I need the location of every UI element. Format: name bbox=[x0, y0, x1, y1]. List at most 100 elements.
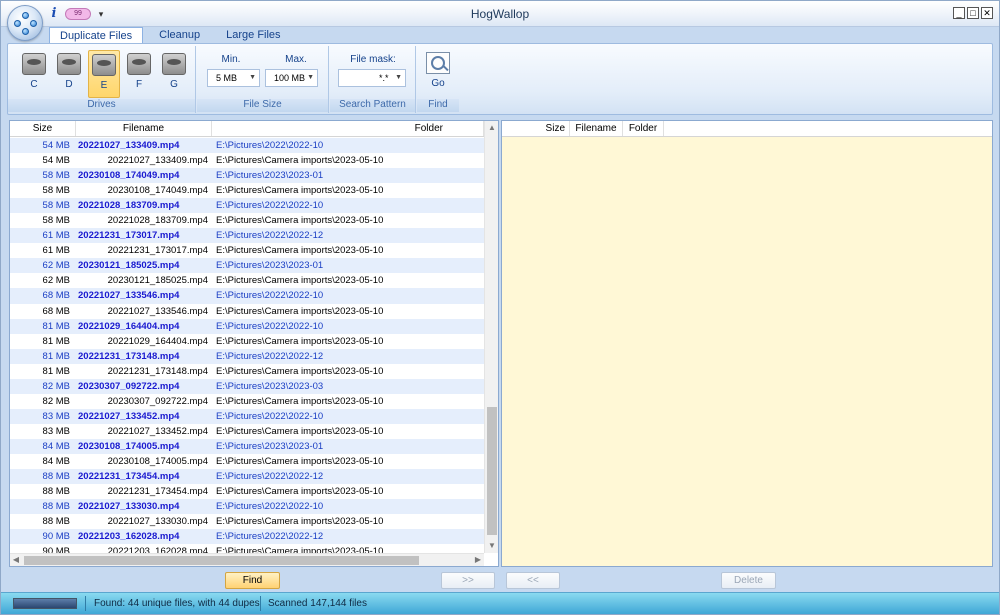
min-size-value: 5 MB bbox=[216, 73, 238, 83]
column-header-folder[interactable]: Folder bbox=[623, 121, 664, 136]
table-row[interactable]: 58 MB 20230108_174049.mp4 E:\Pictures\2023… bbox=[10, 168, 484, 184]
table-row[interactable]: 58 MB 20230108_174049.mp4 E:\Pictures\Came… bbox=[10, 183, 484, 198]
table-row[interactable]: 62 MB 20230121_185025.mp4 E:\Pictures\2023… bbox=[10, 258, 484, 274]
table-row[interactable]: 62 MB 20230121_185025.mp4 E:\Pictures\Came… bbox=[10, 273, 484, 288]
drive-c-button[interactable]: C bbox=[18, 50, 50, 98]
tab-duplicate-files[interactable]: Duplicate Files bbox=[49, 27, 144, 44]
cell-filename: 20221027_133409.mp4 bbox=[78, 140, 180, 151]
drive-d-button[interactable]: D bbox=[53, 50, 85, 98]
table-row[interactable]: 81 MB 20221231_173148.mp4 E:\Pictures\Came… bbox=[10, 364, 484, 379]
find-button[interactable]: Find bbox=[225, 572, 280, 589]
cell-filename: 20230108_174049.mp4 bbox=[78, 170, 180, 182]
cell-size: 61 MB bbox=[42, 245, 70, 257]
scroll-down-icon[interactable]: ▼ bbox=[485, 539, 499, 553]
table-row[interactable]: 88 MB 20221027_133030.mp4 E:\Pictures\2022… bbox=[10, 499, 484, 515]
drive-d-label: D bbox=[65, 79, 73, 90]
cell-size: 62 MB bbox=[42, 260, 70, 272]
scroll-right-icon[interactable]: ▶ bbox=[472, 554, 484, 567]
cell-size: 84 MB bbox=[42, 440, 70, 452]
file-mask-combo[interactable]: *.* ▼ bbox=[338, 69, 406, 87]
scroll-left-icon[interactable]: ◀ bbox=[10, 554, 22, 567]
find-group-label: Find bbox=[417, 99, 459, 112]
cell-size: 88 MB bbox=[42, 471, 70, 483]
cell-filename: 20230307_092722.mp4 bbox=[78, 380, 180, 392]
cell-filename: 20221027_133546.mp4 bbox=[107, 305, 208, 317]
table-row[interactable]: 68 MB 20221027_133546.mp4 E:\Pictures\2022… bbox=[10, 288, 484, 304]
magnifier-icon bbox=[426, 52, 450, 74]
column-header-size[interactable]: Size bbox=[10, 121, 76, 136]
close-button[interactable]: ✕ bbox=[981, 7, 993, 19]
table-row[interactable]: 88 MB 20221231_173454.mp4 E:\Pictures\2022… bbox=[10, 469, 484, 485]
scrollbar-thumb[interactable] bbox=[24, 556, 419, 565]
cell-folder: E:\Pictures\Camera imports\2023-05-10 bbox=[216, 215, 384, 227]
column-header-filename[interactable]: Filename bbox=[76, 121, 212, 136]
drive-g-button[interactable]: G bbox=[158, 50, 190, 98]
cell-folder: E:\Pictures\2023\2023-01 bbox=[216, 440, 324, 452]
tab-cleanup[interactable]: Cleanup bbox=[149, 27, 210, 44]
table-row[interactable]: 81 MB 20221231_173148.mp4 E:\Pictures\2022… bbox=[10, 348, 484, 364]
maximize-button[interactable]: □ bbox=[967, 7, 979, 19]
file-size-group-label: File Size bbox=[197, 99, 328, 112]
go-label: Go bbox=[431, 78, 445, 89]
cell-size: 81 MB bbox=[42, 350, 70, 362]
move-left-button[interactable]: << bbox=[506, 572, 560, 589]
column-header-filename[interactable]: Filename bbox=[570, 121, 623, 136]
table-row[interactable]: 82 MB 20230307_092722.mp4 E:\Pictures\Came… bbox=[10, 394, 484, 409]
table-row[interactable]: 90 MB 20221203_162028.mp4 E:\Pictures\2022… bbox=[10, 529, 484, 545]
table-row[interactable]: 68 MB 20221027_133546.mp4 E:\Pictures\Came… bbox=[10, 304, 484, 319]
move-right-button[interactable]: >> bbox=[441, 572, 495, 589]
column-header-size[interactable]: Size bbox=[502, 121, 570, 136]
table-row[interactable]: 88 MB 20221027_133030.mp4 E:\Pictures\Came… bbox=[10, 514, 484, 529]
cell-size: 81 MB bbox=[42, 365, 70, 377]
cell-folder: E:\Pictures\2022\2022-10 bbox=[216, 501, 324, 513]
drive-f-button[interactable]: F bbox=[123, 50, 155, 98]
drive-f-label: F bbox=[135, 79, 143, 90]
cell-filename: 20230108_174049.mp4 bbox=[107, 185, 208, 197]
orb-dot-icon bbox=[30, 20, 37, 27]
table-row[interactable]: 84 MB 20230108_174005.mp4 E:\Pictures\Came… bbox=[10, 454, 484, 469]
orb-dot-icon bbox=[22, 12, 29, 19]
vertical-scrollbar[interactable]: ▲ ▼ bbox=[484, 121, 498, 553]
cell-size: 68 MB bbox=[42, 305, 70, 317]
column-header-folder[interactable]: Folder bbox=[212, 121, 484, 136]
cell-size: 83 MB bbox=[42, 425, 70, 437]
scrollbar-thumb[interactable] bbox=[487, 407, 497, 535]
table-row[interactable]: 61 MB 20221231_173017.mp4 E:\Pictures\Came… bbox=[10, 243, 484, 258]
table-row[interactable]: 83 MB 20221027_133452.mp4 E:\Pictures\Came… bbox=[10, 424, 484, 439]
delete-button[interactable]: Delete bbox=[721, 572, 776, 589]
cell-folder: E:\Pictures\2022\2022-10 bbox=[216, 410, 324, 422]
cell-folder: E:\Pictures\Camera imports\2023-05-10 bbox=[216, 365, 384, 377]
drives-group-label: Drives bbox=[8, 99, 195, 112]
drive-e-button[interactable]: E bbox=[88, 50, 120, 98]
file-size-group: Min. 5 MB ▼ Max. 100 MB ▼ File Size bbox=[197, 46, 329, 113]
min-size-label: Min. bbox=[221, 54, 241, 65]
app-menu-orb[interactable] bbox=[7, 5, 43, 41]
cell-folder: E:\Pictures\2022\2022-12 bbox=[216, 531, 324, 543]
cell-size: 82 MB bbox=[42, 395, 70, 407]
cell-filename: 20221027_133030.mp4 bbox=[78, 501, 180, 513]
table-row[interactable]: 82 MB 20230307_092722.mp4 E:\Pictures\2023… bbox=[10, 378, 484, 394]
table-row[interactable]: 54 MB 20221027_133409.mp4 E:\Pictures\Came… bbox=[10, 153, 484, 168]
tab-large-files[interactable]: Large Files bbox=[216, 27, 290, 44]
table-row[interactable]: 81 MB 20221029_164404.mp4 E:\Pictures\Came… bbox=[10, 334, 484, 349]
table-row[interactable]: 84 MB 20230108_174005.mp4 E:\Pictures\2023… bbox=[10, 438, 484, 454]
cell-filename: 20221029_164404.mp4 bbox=[107, 335, 208, 347]
table-row[interactable]: 83 MB 20221027_133452.mp4 E:\Pictures\2022… bbox=[10, 408, 484, 424]
cell-size: 58 MB bbox=[42, 170, 70, 182]
table-row[interactable]: 61 MB 20221231_173017.mp4 E:\Pictures\2022… bbox=[10, 228, 484, 244]
minimize-button[interactable]: _ bbox=[953, 7, 965, 19]
table-row[interactable]: 81 MB 20221029_164404.mp4 E:\Pictures\2022… bbox=[10, 318, 484, 334]
cell-size: 88 MB bbox=[42, 501, 70, 513]
results-rows: 54 MB 20221027_133409.mp4 E:\Pictures\2022… bbox=[10, 138, 484, 555]
scroll-up-icon[interactable]: ▲ bbox=[485, 121, 499, 135]
table-row[interactable]: 88 MB 20221231_173454.mp4 E:\Pictures\Came… bbox=[10, 484, 484, 499]
cell-size: 82 MB bbox=[42, 380, 70, 392]
table-row[interactable]: 54 MB 20221027_133409.mp4 E:\Pictures\2022… bbox=[10, 138, 484, 154]
max-size-combo[interactable]: 100 MB ▼ bbox=[265, 69, 318, 87]
horizontal-scrollbar[interactable]: ◀ ▶ bbox=[10, 553, 484, 566]
table-row[interactable]: 58 MB 20221028_183709.mp4 E:\Pictures\2022… bbox=[10, 198, 484, 214]
drive-e-label: E bbox=[100, 80, 108, 91]
min-size-combo[interactable]: 5 MB ▼ bbox=[207, 69, 260, 87]
table-row[interactable]: 58 MB 20221028_183709.mp4 E:\Pictures\Came… bbox=[10, 213, 484, 228]
go-button[interactable]: Go bbox=[423, 50, 453, 96]
